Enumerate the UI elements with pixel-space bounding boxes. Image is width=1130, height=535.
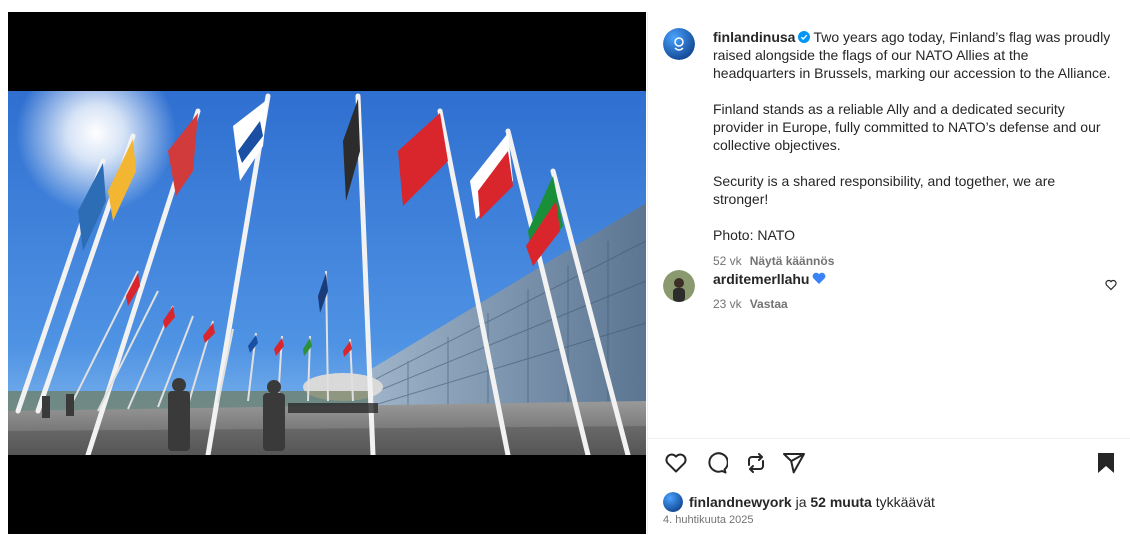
action-bar — [664, 451, 1124, 479]
comment-like-heart-icon[interactable] — [1105, 279, 1117, 291]
comment-avatar[interactable] — [663, 270, 695, 302]
post-media[interactable] — [8, 12, 646, 534]
post-age: 52 vk — [713, 254, 742, 268]
post-photo[interactable] — [8, 91, 646, 455]
author-avatar[interactable] — [663, 28, 695, 60]
post-details-panel: finlandinusa Two years ago today, Finland… — [647, 12, 1130, 534]
repost-icon[interactable] — [744, 451, 768, 475]
post-date: 4. huhtikuuta 2025 — [663, 514, 754, 526]
caption-paragraph: Finland stands as a reliable Ally and a … — [713, 101, 1101, 153]
likes-joiner: ja — [791, 494, 811, 510]
comment-meta: 23 vk Vastaa — [713, 295, 826, 313]
translate-link[interactable]: Näytä käännös — [750, 254, 835, 268]
caption-paragraph: Security is a shared responsibility, and… — [713, 173, 1056, 207]
post-caption: finlandinusa Two years ago today, Finland… — [663, 28, 1115, 270]
share-icon[interactable] — [782, 451, 806, 475]
bookmark-icon[interactable] — [1094, 451, 1118, 475]
likes-others-count[interactable]: 52 muuta — [810, 494, 871, 510]
heart-icon[interactable] — [664, 451, 688, 475]
liker-username[interactable]: finlandnewyork — [689, 494, 792, 510]
actions-divider — [648, 438, 1130, 439]
comment-icon[interactable] — [704, 451, 728, 475]
comment-age: 23 vk — [713, 297, 742, 311]
likes-summary: finlandnewyork ja 52 muuta tykkäävät — [663, 492, 935, 512]
nato-flags-photo — [8, 91, 646, 455]
comment-username[interactable]: arditemerllahu — [713, 271, 809, 287]
author-username[interactable]: finlandinusa — [713, 29, 795, 45]
reply-link[interactable]: Vastaa — [750, 297, 788, 311]
comment: arditemerllahu 23 vk Vastaa — [663, 270, 1123, 313]
caption-meta: 52 vk Näytä käännös — [713, 252, 1113, 270]
caption-photo-credit: Photo: NATO — [713, 227, 795, 243]
liker-avatar[interactable] — [663, 492, 683, 512]
likes-suffix: tykkäävät — [871, 494, 935, 510]
blue-heart-icon — [812, 271, 826, 284]
verified-badge-icon — [798, 29, 811, 43]
